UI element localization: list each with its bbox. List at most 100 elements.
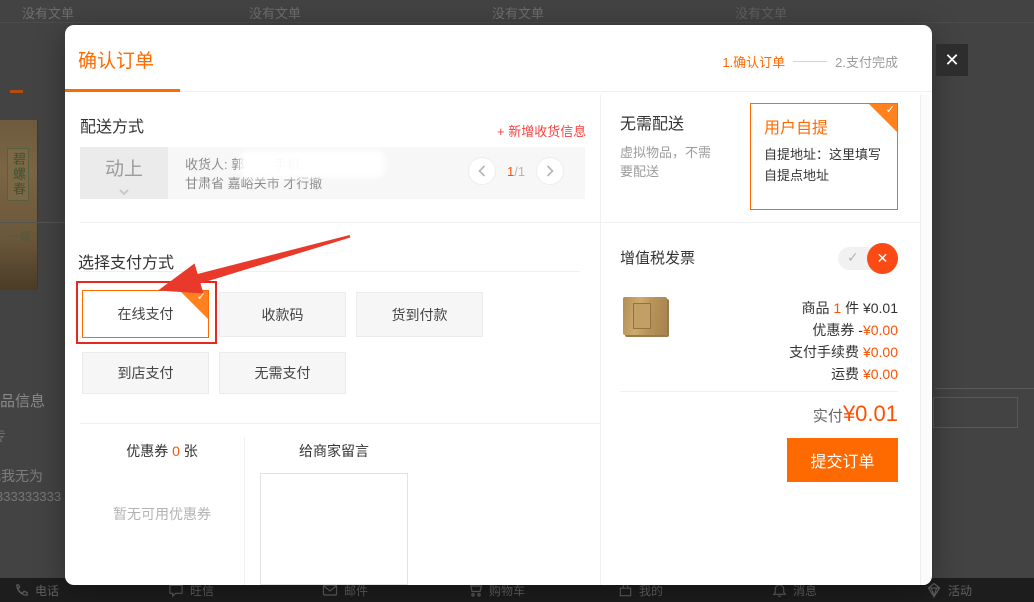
- bg-text: 没有文单: [249, 3, 301, 22]
- summary-label: 优惠券 -: [812, 322, 863, 338]
- close-icon: ✕: [877, 250, 889, 266]
- total-value: ¥0.01: [843, 401, 898, 426]
- steps-separator: [793, 61, 827, 62]
- payment-option-instore[interactable]: 到店支付: [82, 352, 209, 394]
- column-divider: [244, 437, 245, 585]
- coupon-empty-text: 暂无可用优惠券: [80, 504, 244, 524]
- no-delivery-description: 虚拟物品，不需要配送: [620, 143, 720, 181]
- toolbar-item-label: 电话: [35, 582, 59, 599]
- summary-label: 运费: [831, 366, 859, 382]
- summary-count: 1: [833, 300, 841, 316]
- phone-icon: [14, 583, 29, 598]
- delivery-method-heading: 配送方式: [80, 113, 144, 137]
- summary-value: ¥0.00: [863, 366, 898, 382]
- bg-product-grade: 一级: [9, 228, 31, 244]
- dialog-overlay: 没有文单 没有文单 没有文单 没有文单 碧螺春 一级 品信息 专 无我无为 33…: [0, 0, 1034, 602]
- dialog-title: 确认订单: [78, 46, 154, 73]
- submit-order-button[interactable]: 提交订单: [787, 438, 898, 482]
- payment-option-online[interactable]: 在线支付 ✓: [82, 290, 209, 338]
- summary-value: ¥0.01: [863, 300, 898, 316]
- pagination-counter: 1/1: [507, 164, 525, 179]
- next-address-button[interactable]: [536, 157, 564, 185]
- chevron-right-icon: [546, 165, 554, 177]
- prev-address-button[interactable]: [468, 157, 496, 185]
- self-pickup-title: 用户自提: [764, 114, 828, 138]
- bg-divider: [0, 222, 65, 223]
- check-icon: ✓: [197, 290, 206, 303]
- total-label: 实付: [813, 408, 843, 425]
- section-divider: [80, 423, 600, 424]
- payment-option-label: 货到付款: [392, 305, 448, 325]
- summary-label: 支付手续费: [789, 344, 859, 360]
- payment-option-label: 在线支付: [118, 304, 174, 324]
- payment-option-label: 到店支付: [118, 363, 174, 383]
- coupon-unit: 张: [184, 443, 198, 459]
- payment-option-none[interactable]: 无需支付: [219, 352, 346, 394]
- bg-tab-underline: [10, 90, 23, 93]
- chevron-down-icon: [119, 189, 129, 195]
- toolbar-item-label: 活动: [948, 582, 972, 599]
- bg-text: 333333333: [0, 489, 61, 504]
- toolbar-item-phone[interactable]: 电话: [14, 581, 59, 599]
- check-icon: ✓: [847, 249, 859, 266]
- section-divider: [80, 222, 920, 223]
- summary-value: ¥0.00: [863, 344, 898, 360]
- payment-option-label: 无需支付: [255, 363, 311, 383]
- no-delivery-option[interactable]: 无需配送: [620, 110, 684, 134]
- bg-text: 没有文单: [22, 3, 74, 22]
- bg-product-image: 碧螺春 一级: [0, 120, 38, 290]
- page-total: 1: [518, 164, 525, 179]
- summary-row-coupon: 优惠券 -¥0.00: [620, 319, 898, 341]
- header-divider: [65, 91, 932, 92]
- active-tab-underline: [65, 89, 180, 92]
- mail-icon: [322, 583, 338, 597]
- summary-row-shipping: 运费 ¥0.00: [620, 363, 898, 385]
- step-payment-complete: 2.支付完成: [835, 52, 898, 71]
- address-template-tag: 动上: [80, 147, 168, 199]
- dialog-scrollbar[interactable]: [920, 95, 930, 585]
- bg-divider: [0, 22, 1034, 23]
- coupon-title: 优惠券 0 张: [80, 441, 244, 461]
- total-row: 实付¥0.01: [620, 401, 898, 427]
- summary-unit: 件: [845, 300, 859, 316]
- self-pickup-address: 自提地址：这里填写自提点地址: [764, 144, 886, 186]
- address-pagination: 1/1: [468, 157, 564, 185]
- bg-product-label: 碧螺春: [7, 148, 29, 201]
- column-divider: [600, 95, 601, 585]
- bg-text: 品信息: [0, 390, 45, 411]
- payment-option-label: 收款码: [262, 305, 304, 325]
- summary-row-fee: 支付手续费 ¥0.00: [620, 341, 898, 363]
- bg-text: 没有文单: [492, 3, 544, 22]
- chevron-left-icon: [478, 165, 486, 177]
- invoice-off-button[interactable]: ✕: [867, 243, 898, 274]
- merchant-message-input[interactable]: [260, 473, 408, 585]
- payment-option-cod[interactable]: 货到付款: [356, 292, 483, 337]
- summary-divider: [620, 391, 898, 392]
- summary-label: 商品: [801, 300, 829, 316]
- bg-text: 没有文单: [735, 3, 787, 22]
- bg-text: 专: [0, 426, 6, 446]
- step-confirm-order: 1.确认订单: [722, 52, 785, 71]
- checkout-steps: 1.确认订单 2.支付完成: [722, 52, 898, 71]
- bg-panel-outline: [933, 397, 1018, 428]
- summary-value: ¥0.00: [863, 322, 898, 338]
- phone-redaction-blur: [240, 150, 385, 178]
- bg-divider: [935, 388, 1034, 389]
- receiver-name: 收货人: 郭: [185, 157, 244, 172]
- payment-option-qrcode[interactable]: 收款码: [219, 292, 346, 337]
- vat-invoice-heading: 增值税发票: [620, 247, 695, 268]
- confirm-order-dialog: 确认订单 1.确认订单 2.支付完成 配送方式 + 新增收货信息 动上 收货人:…: [65, 25, 932, 585]
- toolbar-item-activity[interactable]: 活动: [926, 581, 972, 599]
- close-dialog-button[interactable]: ✕: [936, 44, 968, 76]
- price-summary: 商品 1 件 ¥0.01 优惠券 -¥0.00 支付手续费 ¥0.00 运费 ¥…: [620, 297, 898, 385]
- merchant-message-heading: 给商家留言: [260, 441, 408, 461]
- section-divider: [80, 271, 580, 272]
- payment-method-heading: 选择支付方式: [78, 249, 174, 273]
- check-icon: ✓: [886, 103, 895, 116]
- self-pickup-option[interactable]: 用户自提 自提地址：这里填写自提点地址 ✓: [750, 103, 898, 210]
- coupon-label: 优惠券: [126, 443, 168, 459]
- add-shipping-info-link[interactable]: + 新增收货信息: [497, 121, 586, 140]
- close-icon: ✕: [944, 50, 959, 70]
- address-tag-label: 动上: [105, 159, 143, 180]
- bg-text: 无我无为: [0, 466, 43, 486]
